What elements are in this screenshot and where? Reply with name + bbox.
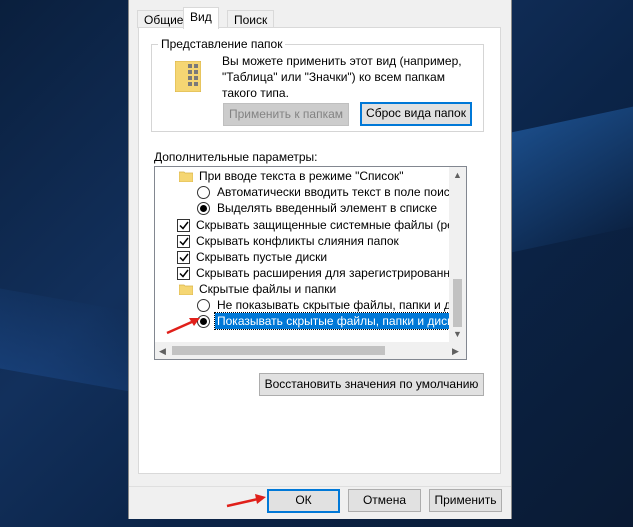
- list-item-selected[interactable]: Показывать скрытые файлы, папки и диски: [197, 312, 463, 330]
- folder-view-title: Представление папок: [158, 37, 286, 51]
- list-item[interactable]: Не показывать скрытые файлы, папки и дис…: [197, 297, 467, 313]
- tab-view[interactable]: Вид: [183, 7, 219, 29]
- list-item-label: Скрывать конфликты слияния папок: [196, 234, 399, 248]
- vertical-scroll-thumb[interactable]: [453, 279, 462, 327]
- checkbox[interactable]: [177, 266, 190, 280]
- checkmark-icon: [178, 253, 189, 262]
- list-item[interactable]: Выделять введенный элемент в списке: [197, 200, 439, 216]
- list-item-label: Скрывать расширения для зарегистрированн…: [196, 266, 467, 280]
- scroll-right-icon[interactable]: ▶: [452, 346, 459, 356]
- list-item[interactable]: Скрывать конфликты слияния папок: [177, 233, 401, 249]
- list-item-label: Скрывать пустые диски: [196, 250, 328, 264]
- checkbox[interactable]: [177, 234, 190, 248]
- list-item[interactable]: Автоматически вводить текст в поле поиск…: [197, 184, 464, 200]
- list-item[interactable]: Скрывать расширения для зарегистрированн…: [177, 265, 467, 281]
- list-item-label: Автоматически вводить текст в поле поиск…: [217, 185, 462, 199]
- apply-to-folders-button[interactable]: Применить к папкам: [223, 103, 349, 126]
- radio-button[interactable]: [197, 201, 210, 215]
- list-item: Скрытые файлы и папки: [179, 281, 338, 297]
- tab-search[interactable]: Поиск: [227, 10, 275, 28]
- horizontal-scroll-thumb[interactable]: [172, 346, 385, 355]
- restore-defaults-button[interactable]: Восстановить значения по умолчанию: [259, 373, 484, 396]
- checkbox[interactable]: [177, 250, 190, 264]
- checkmark-icon: [178, 269, 189, 278]
- list-item-label: Выделять введенный элемент в списке: [217, 201, 437, 215]
- radio-dot: [200, 204, 207, 212]
- folder-icon: [179, 284, 193, 295]
- vertical-scrollbar[interactable]: ▲ ▼: [449, 167, 466, 343]
- checkbox[interactable]: [177, 218, 190, 232]
- folder-view-icon: [175, 61, 201, 92]
- scroll-up-icon[interactable]: ▲: [453, 170, 462, 180]
- cancel-button[interactable]: Отмена: [348, 489, 421, 512]
- scroll-down-icon[interactable]: ▼: [453, 329, 462, 339]
- radio-button[interactable]: [197, 185, 210, 199]
- footer-separator: [129, 486, 511, 487]
- list-item-label: Не показывать скрытые файлы, папки и дис…: [217, 298, 467, 312]
- radio-button[interactable]: [197, 298, 210, 312]
- reset-folders-button[interactable]: Сброс вида папок: [360, 102, 472, 126]
- annotation-arrow-icon: [166, 318, 200, 335]
- list-item[interactable]: Скрывать защищенные системные файлы (рек…: [177, 217, 467, 233]
- desktop-light-beam-left: [0, 288, 130, 392]
- list-item[interactable]: Скрывать пустые диски: [177, 249, 329, 265]
- advanced-settings-label: Дополнительные параметры:: [154, 150, 318, 164]
- list-item-label: Скрывать защищенные системные файлы (рек…: [196, 218, 467, 232]
- list-item: При вводе текста в режиме "Список": [179, 168, 406, 184]
- apply-button[interactable]: Применить: [429, 489, 502, 512]
- list-item-label: При вводе текста в режиме "Список": [199, 169, 404, 183]
- annotation-arrow-icon: [226, 494, 266, 508]
- list-item-label: Скрытые файлы и папки: [199, 282, 337, 296]
- folder-icon: [179, 171, 193, 182]
- ok-button[interactable]: ОК: [267, 489, 340, 513]
- scroll-left-icon[interactable]: ◀: [159, 346, 166, 356]
- list-item-label: Показывать скрытые файлы, папки и диски: [213, 312, 463, 330]
- checkmark-icon: [178, 221, 189, 230]
- checkmark-icon: [178, 237, 189, 246]
- horizontal-scrollbar[interactable]: ◀ ▶: [155, 342, 466, 359]
- folder-view-description: Вы можете применить этот вид (например, …: [222, 54, 462, 100]
